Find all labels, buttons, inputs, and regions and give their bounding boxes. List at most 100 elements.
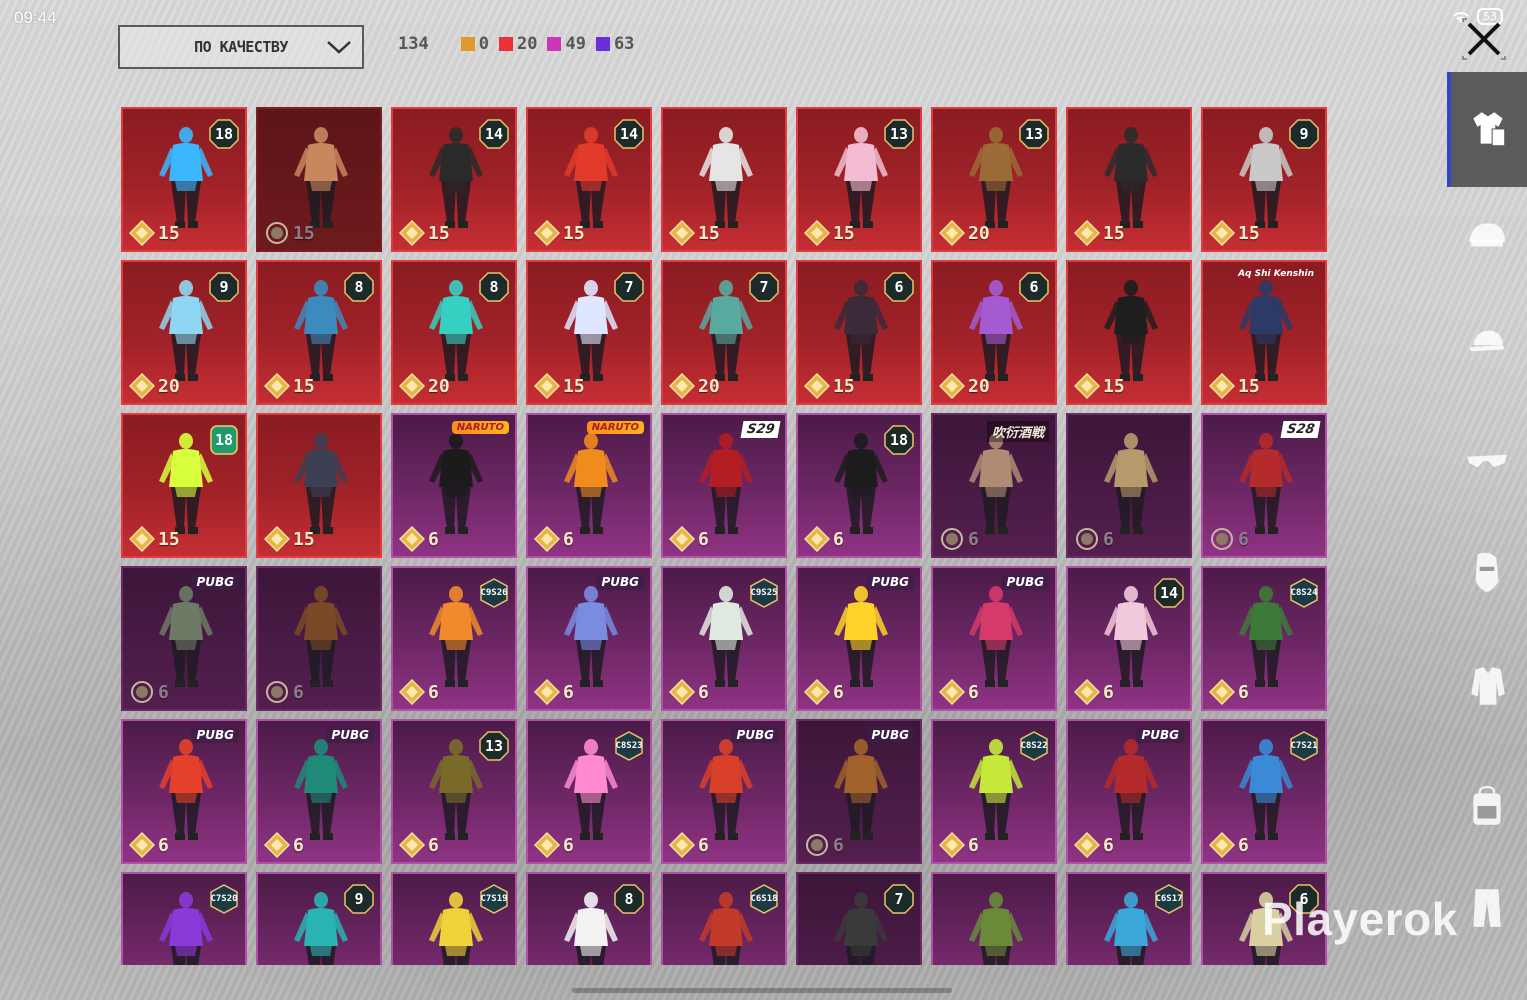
close-icon xyxy=(1462,18,1506,60)
item-card[interactable]: 18 6 xyxy=(796,413,922,558)
item-card[interactable]: 18 15 xyxy=(121,413,247,558)
item-card[interactable]: C9S25 6 xyxy=(661,566,787,711)
price-value: 6 xyxy=(968,834,979,856)
currency-coin-icon xyxy=(266,222,288,244)
badge-label: 8 xyxy=(354,278,364,296)
sidebar-tab-sunglasses[interactable] xyxy=(1447,417,1527,507)
item-card[interactable]: C7S20 xyxy=(121,872,247,965)
sidebar-tab-backpack[interactable] xyxy=(1447,762,1527,852)
currency-coin-icon xyxy=(264,373,290,399)
item-card[interactable]: PUBG 6 xyxy=(796,719,922,864)
scroll-indicator[interactable] xyxy=(572,988,952,993)
item-card[interactable]: 吹衍酒戦 6 xyxy=(931,413,1057,558)
item-card[interactable]: PUBG 6 xyxy=(796,566,922,711)
sidebar-tab-pants[interactable] xyxy=(1447,862,1527,952)
price-value: 15 xyxy=(1238,222,1260,244)
level-badge: 9 xyxy=(209,272,239,302)
item-card[interactable]: 8 20 xyxy=(391,260,517,405)
item-card[interactable]: 8 xyxy=(526,872,652,965)
item-card[interactable]: 15 xyxy=(256,107,382,252)
badge-label: C7S19 xyxy=(480,894,508,904)
currency-coin-icon xyxy=(1209,832,1235,858)
item-card[interactable]: 7 20 xyxy=(661,260,787,405)
price-value: 6 xyxy=(563,528,574,550)
item-card[interactable]: 14 6 xyxy=(1066,566,1192,711)
item-card[interactable]: S29 6 xyxy=(661,413,787,558)
item-card[interactable]: 6 20 xyxy=(931,260,1057,405)
item-card[interactable]: S28 6 xyxy=(1201,413,1327,558)
price-value: 15 xyxy=(1238,375,1260,397)
item-card[interactable]: C6S18 xyxy=(661,872,787,965)
item-card[interactable]: PUBG 6 xyxy=(1066,719,1192,864)
price-value: 6 xyxy=(563,681,574,703)
season-badge: C7S20 xyxy=(209,884,239,914)
pants-icon xyxy=(1473,889,1501,927)
item-card[interactable]: 9 20 xyxy=(121,260,247,405)
item-card[interactable]: 7 xyxy=(796,872,922,965)
sidebar-tab-mask[interactable] xyxy=(1447,527,1527,617)
item-card[interactable]: 6 xyxy=(1066,413,1192,558)
item-card[interactable]: 13 6 xyxy=(391,719,517,864)
item-card[interactable]: NARUTO 6 xyxy=(391,413,517,558)
level-badge: 18 xyxy=(209,425,239,455)
chevron-down-icon xyxy=(327,41,351,54)
collection-tag: S29 xyxy=(740,421,781,438)
item-card[interactable]: 6 xyxy=(256,566,382,711)
item-card[interactable]: PUBG 6 xyxy=(121,566,247,711)
sidebar-tab-cap[interactable] xyxy=(1447,297,1527,387)
item-price: 15 xyxy=(129,526,180,552)
item-card[interactable]: NARUTO 6 xyxy=(526,413,652,558)
currency-coin-icon xyxy=(806,834,828,856)
item-card[interactable]: 9 15 xyxy=(1201,107,1327,252)
item-card[interactable]: Aq Shi Kenshin 15 xyxy=(1201,260,1327,405)
item-card[interactable]: 15 xyxy=(661,107,787,252)
item-card[interactable]: PUBG 6 xyxy=(931,566,1057,711)
price-value: 6 xyxy=(698,834,709,856)
item-card[interactable]: 6 15 xyxy=(796,260,922,405)
count-value: 0 xyxy=(478,34,489,54)
level-badge: 14 xyxy=(479,119,509,149)
item-card[interactable]: PUBG 6 xyxy=(121,719,247,864)
price-value: 6 xyxy=(833,834,844,856)
item-card[interactable]: 7 15 xyxy=(526,260,652,405)
sort-dropdown[interactable]: ПО КАЧЕСТВУ xyxy=(118,25,364,69)
close-button[interactable] xyxy=(1461,18,1507,60)
item-card[interactable]: C7S19 xyxy=(391,872,517,965)
outfit-figure-icon xyxy=(294,127,348,228)
item-card[interactable]: 15 xyxy=(1066,260,1192,405)
item-card[interactable]: 13 20 xyxy=(931,107,1057,252)
item-card[interactable]: C7S21 6 xyxy=(1201,719,1327,864)
item-price: 6 xyxy=(939,526,979,552)
badge-label: 8 xyxy=(624,890,634,908)
item-card[interactable]: C6S17 xyxy=(1066,872,1192,965)
currency-coin-icon xyxy=(399,220,425,246)
item-card[interactable]: C8S24 6 xyxy=(1201,566,1327,711)
price-value: 6 xyxy=(1238,681,1249,703)
item-price: 15 xyxy=(264,373,315,399)
item-card[interactable]: 8 15 xyxy=(256,260,382,405)
item-card[interactable]: 15 xyxy=(256,413,382,558)
item-card[interactable]: PUBG 6 xyxy=(256,719,382,864)
price-value: 6 xyxy=(698,528,709,550)
item-card[interactable]: PUBG 6 xyxy=(526,566,652,711)
item-card[interactable]: 9 xyxy=(256,872,382,965)
sidebar-tab-jacket[interactable] xyxy=(1447,642,1527,732)
sidebar-tab-helmet[interactable] xyxy=(1447,192,1527,282)
item-card[interactable] xyxy=(931,872,1057,965)
item-card[interactable]: 14 15 xyxy=(391,107,517,252)
currency-coin-icon xyxy=(1074,373,1100,399)
item-card[interactable]: PUBG 6 xyxy=(661,719,787,864)
item-price: 6 xyxy=(804,679,844,705)
price-value: 6 xyxy=(428,528,439,550)
item-card[interactable]: C8S23 6 xyxy=(526,719,652,864)
item-card[interactable]: 14 15 xyxy=(526,107,652,252)
item-card[interactable]: 18 15 xyxy=(121,107,247,252)
item-card[interactable]: C8S22 6 xyxy=(931,719,1057,864)
price-value: 6 xyxy=(293,834,304,856)
sidebar-tab-outfit[interactable] xyxy=(1447,72,1527,187)
rarity-swatch xyxy=(595,37,610,51)
item-card[interactable]: C9S26 6 xyxy=(391,566,517,711)
price-value: 15 xyxy=(293,528,315,550)
item-card[interactable]: 15 xyxy=(1066,107,1192,252)
item-card[interactable]: 13 15 xyxy=(796,107,922,252)
